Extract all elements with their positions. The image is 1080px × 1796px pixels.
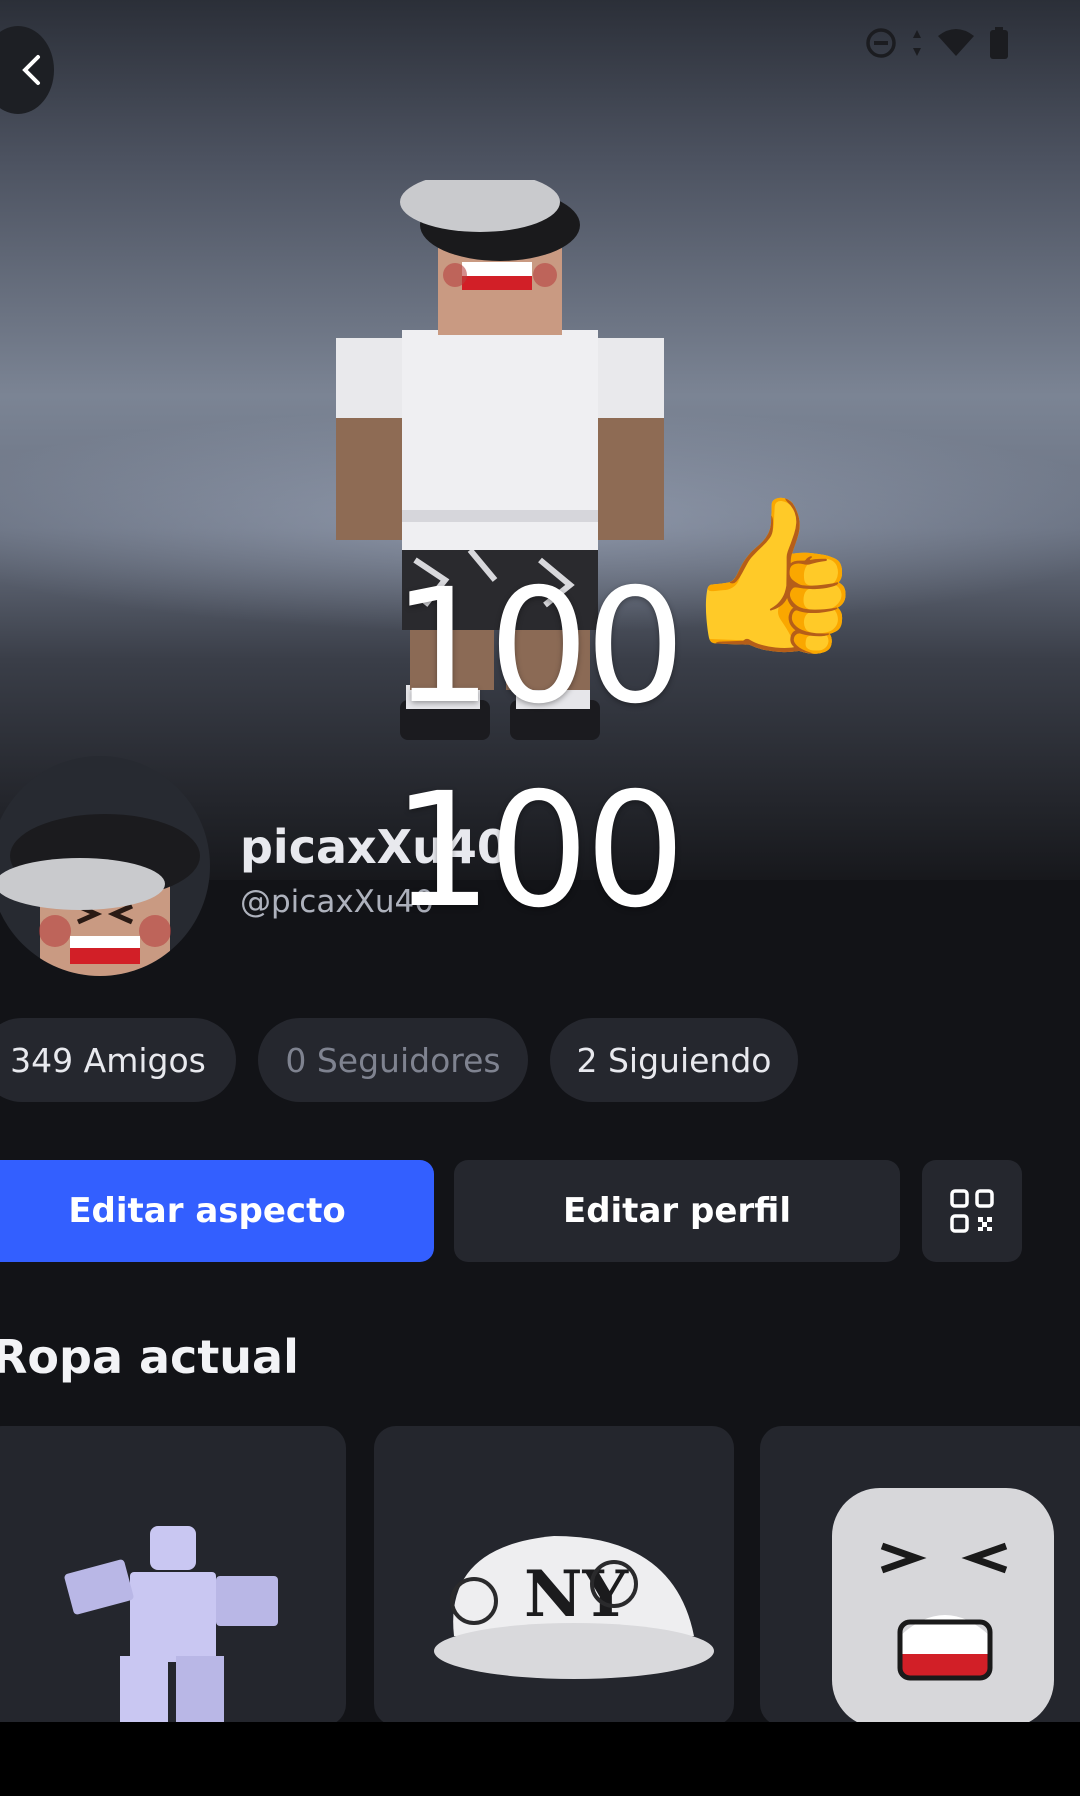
avatar-headshot	[0, 814, 200, 976]
outfit-item-face[interactable]	[760, 1426, 1080, 1726]
followers-pill[interactable]: 0 Seguidores	[258, 1018, 528, 1102]
status-bar	[864, 26, 1010, 60]
edit-avatar-button[interactable]: Editar aspecto	[0, 1160, 434, 1262]
system-navigation-bar	[0, 1722, 1080, 1796]
edit-profile-button[interactable]: Editar perfil	[454, 1160, 900, 1262]
animation-pose-image	[64, 1526, 278, 1726]
qr-code-button[interactable]	[922, 1160, 1022, 1262]
section-title-outfit: Ropa actual	[0, 1330, 299, 1384]
chevron-left-icon	[22, 55, 40, 85]
overlay-number-bottom: 100	[392, 759, 686, 943]
data-arrows-icon	[913, 30, 921, 56]
battery-icon	[990, 27, 1008, 59]
face-head-image	[832, 1488, 1054, 1726]
following-pill[interactable]: 2 Siguiendo	[550, 1018, 798, 1102]
ny-cap-image: NY	[434, 1536, 714, 1679]
wifi-icon	[938, 29, 974, 56]
svg-text:NY: NY	[524, 1557, 630, 1632]
thumbs-up-emoji: 👍	[680, 488, 867, 662]
outfit-item-animation[interactable]	[0, 1426, 346, 1726]
avatar-hero	[0, 0, 1080, 880]
dnd-icon	[866, 28, 896, 58]
friends-pill[interactable]: 349 Amigos	[0, 1018, 236, 1102]
overlay-number-top: 100	[392, 555, 686, 739]
qr-code-icon	[950, 1189, 994, 1233]
profile-avatar[interactable]	[0, 756, 210, 976]
outfit-item-ny-cap[interactable]: NY	[374, 1426, 734, 1726]
